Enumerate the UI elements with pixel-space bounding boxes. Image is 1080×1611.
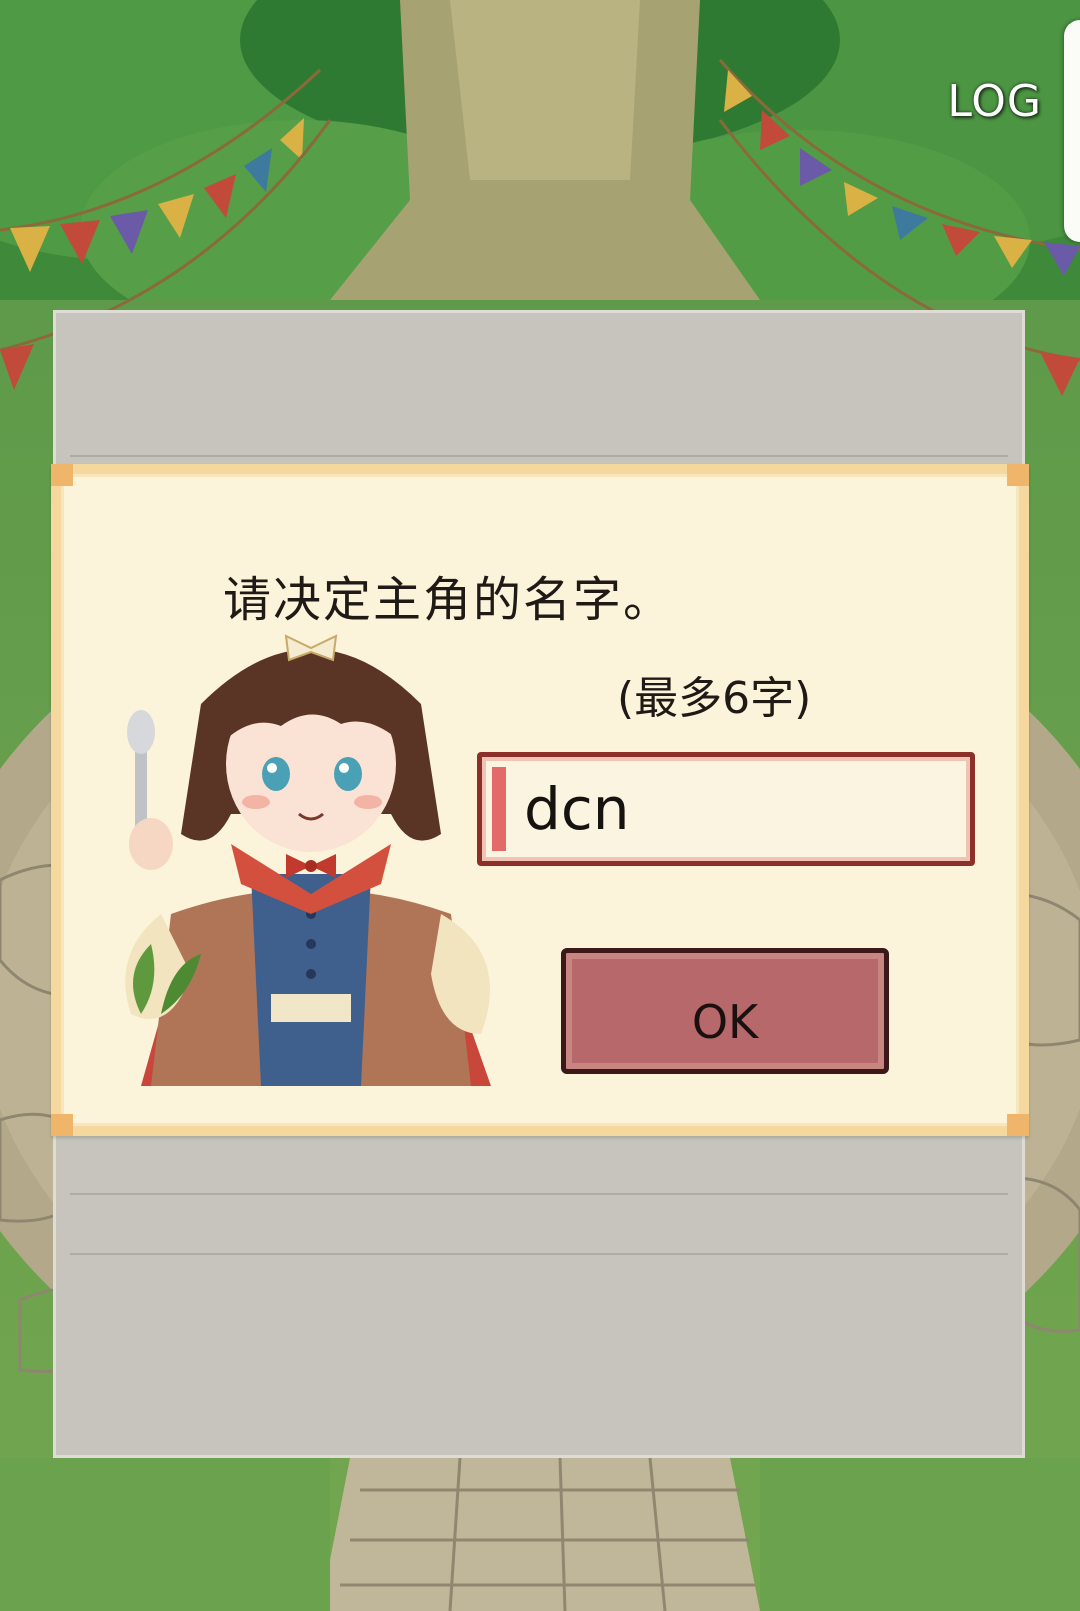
name-entry-dialog: 请决定主角的名字。 (最多6字) dcn OK (51, 464, 1029, 1136)
panel-corner (51, 464, 73, 486)
log-button[interactable]: LOG (947, 76, 1042, 127)
name-input[interactable] (524, 765, 958, 853)
divider-line (70, 1193, 1008, 1195)
input-accent-bar (492, 767, 506, 851)
name-input-field[interactable] (477, 752, 975, 866)
divider-line (70, 1253, 1008, 1255)
character-portrait (125, 634, 491, 1086)
panel-corner (1007, 1114, 1029, 1136)
side-tab[interactable] (1064, 20, 1080, 242)
panel-corner (51, 1114, 73, 1136)
panel-corner (1007, 464, 1029, 486)
name-length-hint: (最多6字) (617, 673, 812, 724)
ok-button[interactable]: OK (561, 948, 889, 1074)
divider-line (70, 455, 1008, 457)
